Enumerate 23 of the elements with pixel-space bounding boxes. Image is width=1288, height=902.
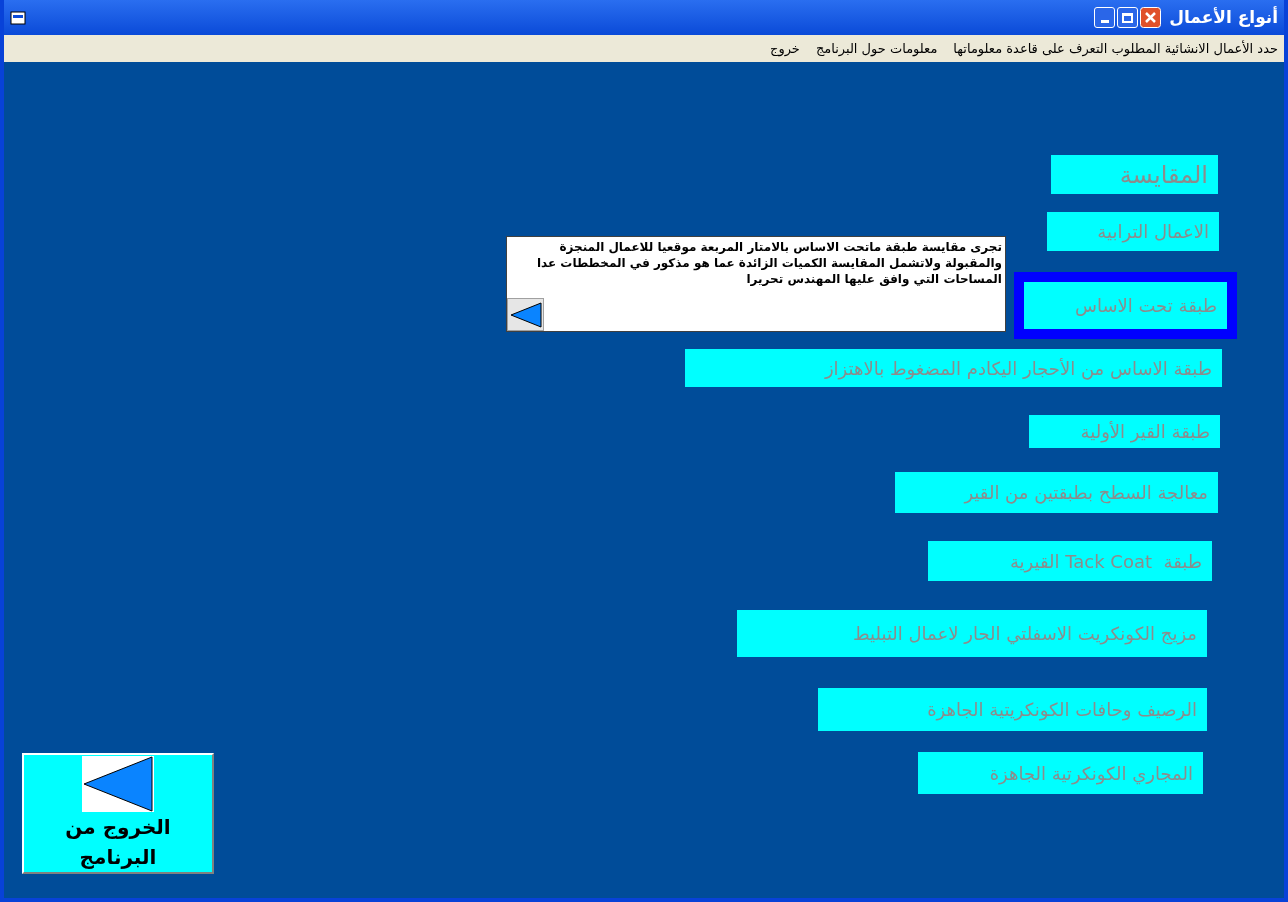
work-type-button[interactable]: الاعمال الترابية (1047, 212, 1219, 251)
work-type-button[interactable]: الرصيف وحافات الكونكريتية الجاهزة (818, 688, 1207, 731)
work-type-button[interactable]: طبقة القير الأولية (1029, 415, 1220, 448)
back-button[interactable] (507, 298, 544, 331)
menu-item[interactable]: حدد الأعمال الانشائية المطلوب التعرف على قاعدة معلوماتها (953, 38, 1278, 59)
work-type-button[interactable]: المجاري الكونكرتية الجاهزة (918, 752, 1203, 794)
back-arrow-icon (82, 756, 154, 812)
work-type-button[interactable]: المقايسة (1051, 155, 1218, 194)
close-button[interactable] (1140, 7, 1162, 28)
work-type-button[interactable]: مزيج الكونكريت الاسفلتي الحار لاعمال التبليط (737, 610, 1207, 657)
minimize-button[interactable] (1094, 7, 1116, 28)
maximize-button[interactable] (1117, 7, 1139, 28)
back-arrow-icon (509, 301, 542, 328)
work-type-button[interactable]: طبقة تحت الاساس (1016, 274, 1235, 337)
window-title: أنواع الأعمال (1169, 5, 1278, 29)
menu-item[interactable]: خروج (770, 38, 800, 59)
menu-item[interactable]: معلومات حول البرنامج (815, 38, 938, 59)
exit-button[interactable]: الخروج من البرنامج (22, 753, 214, 874)
description-text: تجرى مقايسة طبقة ماتحت الاساس بالامتار المربعة موقعيا للاعمال المنجزة والمقبولة ولاتشمل المقايسة الكميات الزائدة عما هو مذكور في المخططات عدا المساحات التي وافق عليها المهندس تحريرا (535, 239, 1003, 287)
work-type-button[interactable]: طبقة Tack Coat القيرية (928, 541, 1212, 581)
work-type-button[interactable]: معالجة السطح بطبقتين من القير (895, 472, 1218, 513)
app-icon (10, 10, 26, 25)
work-type-button[interactable]: طبقة الاساس من الأحجار اليكادم المضغوط بالاهتزاز (685, 349, 1222, 387)
